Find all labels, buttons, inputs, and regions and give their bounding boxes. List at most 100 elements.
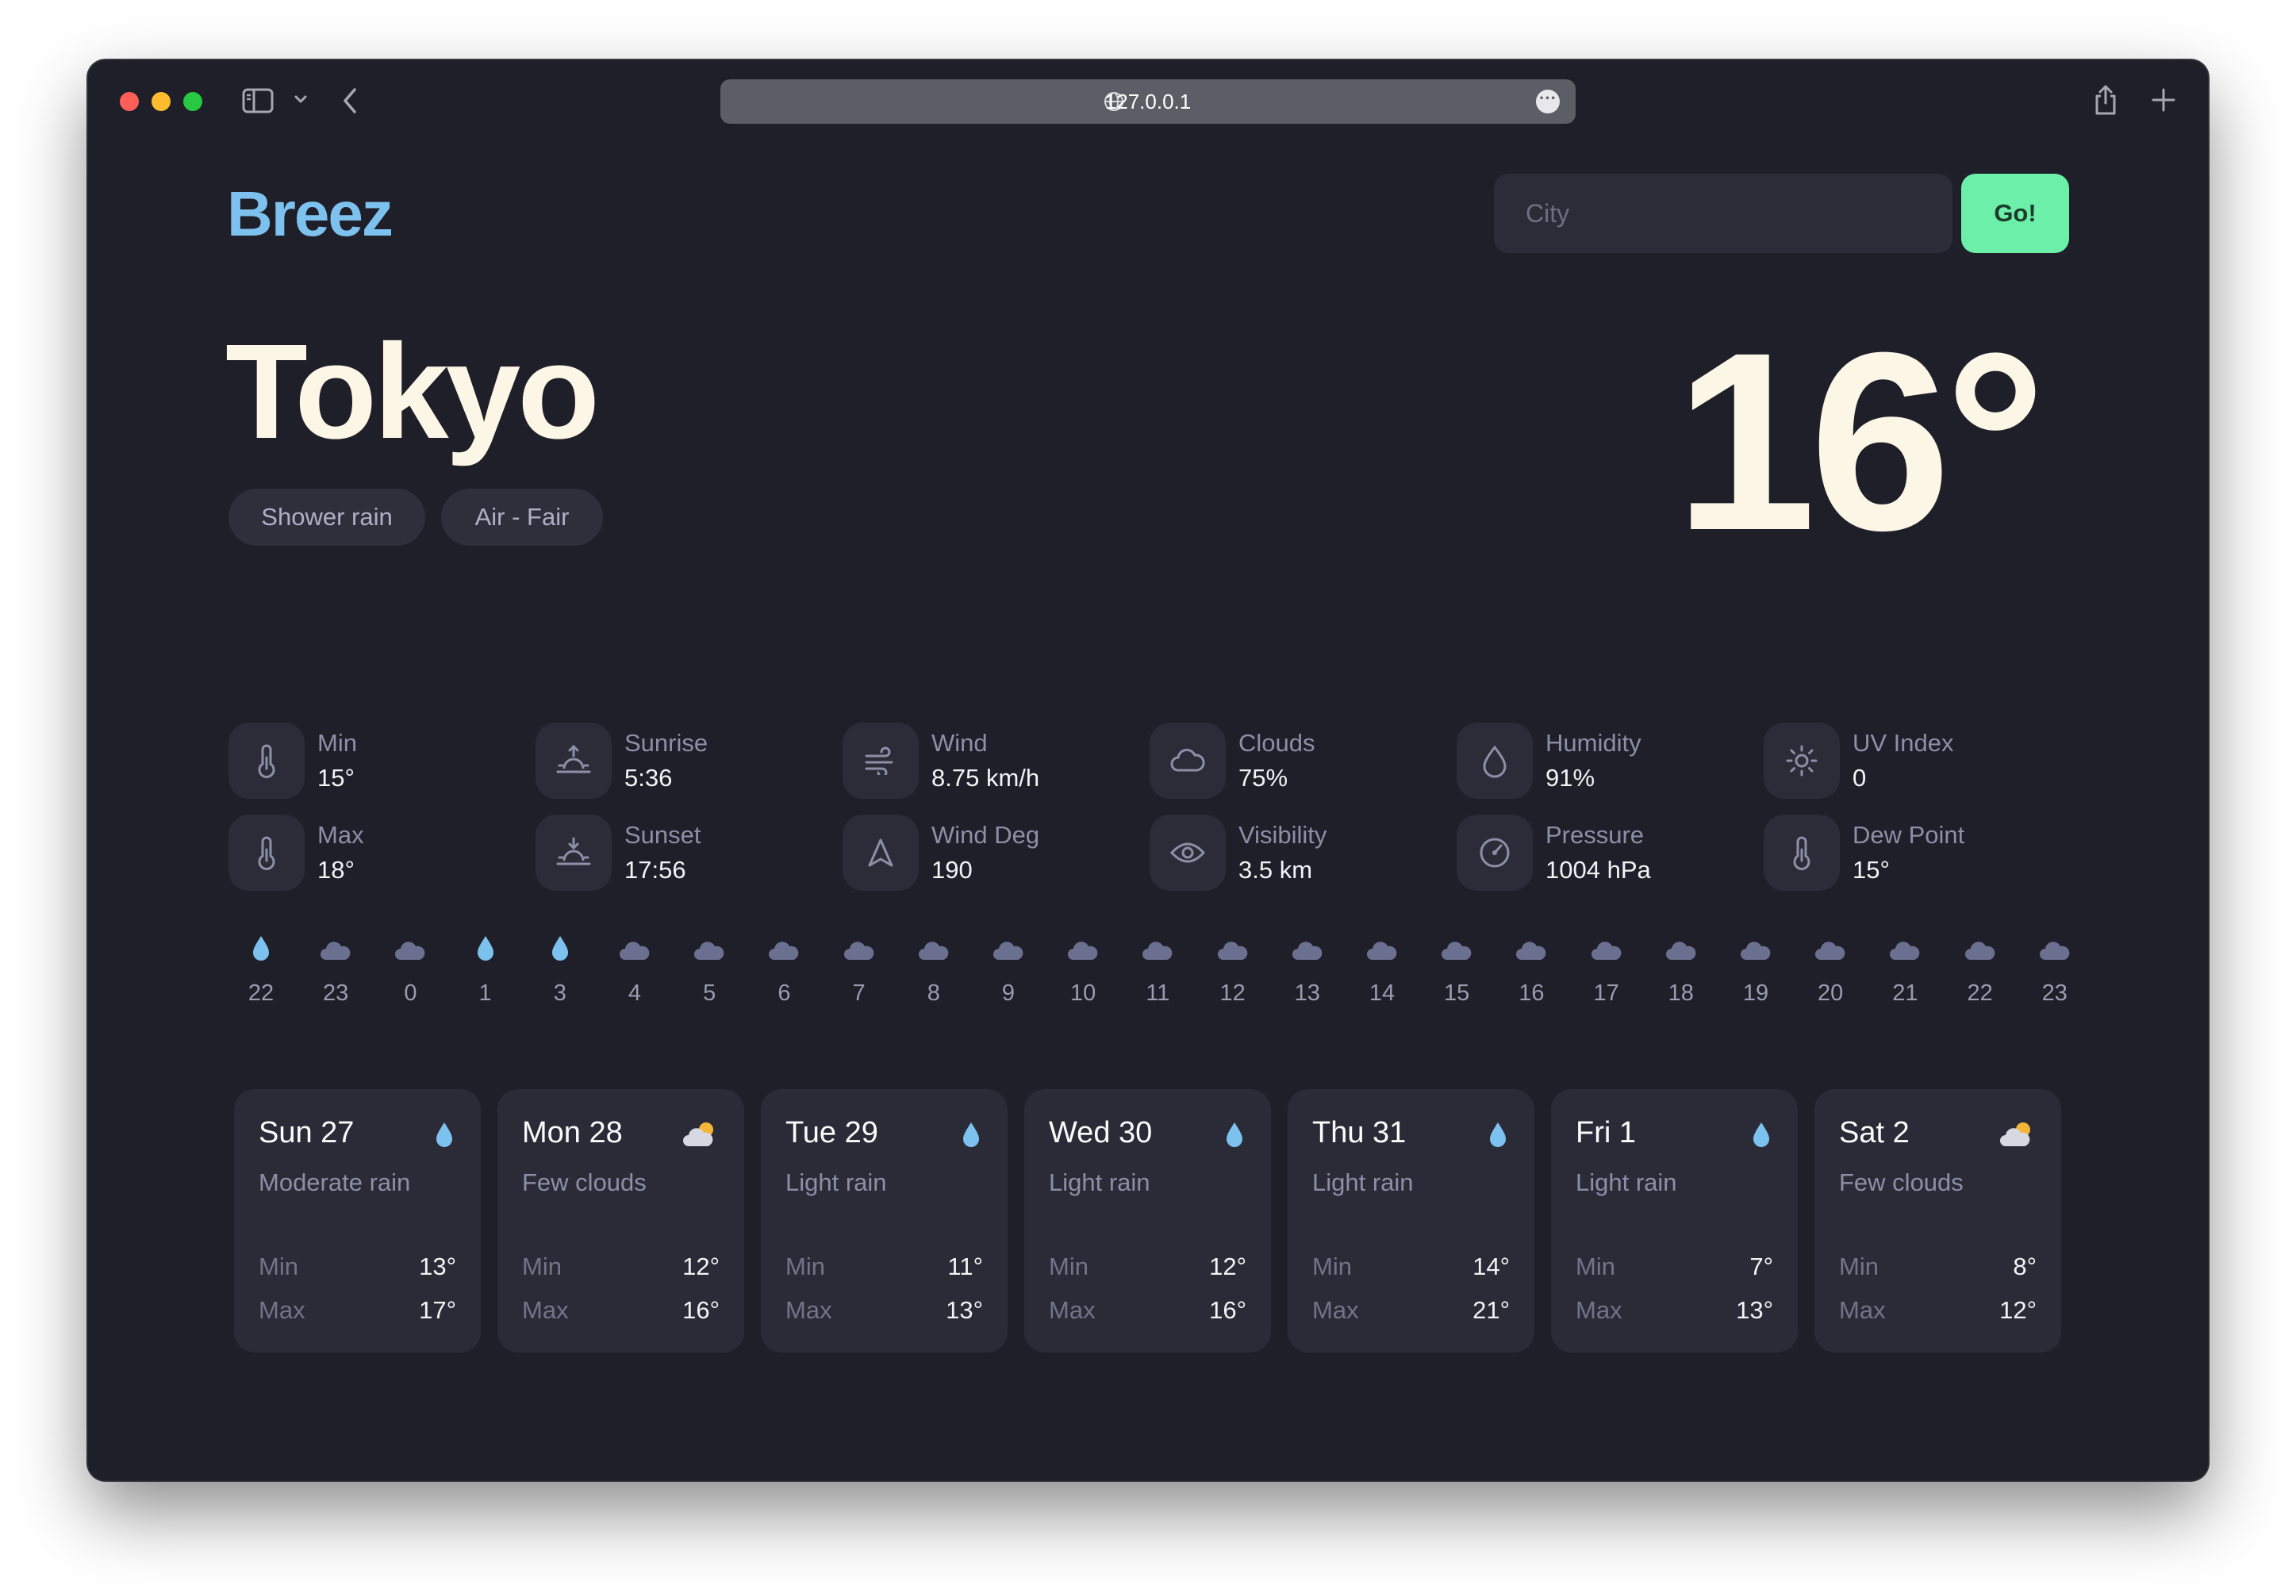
thermometer-icon <box>1764 815 1840 891</box>
hourly-item: 9 <box>977 933 1040 1007</box>
city-search-input[interactable] <box>1494 174 1952 253</box>
sunset-icon <box>536 815 612 891</box>
stat-label: Dew Point <box>1853 821 1965 849</box>
day-description: Light rain <box>1312 1168 1414 1196</box>
rain-drop-icon <box>1488 1121 1507 1152</box>
cloud-icon <box>1649 933 1713 961</box>
sidebar-toggle-icon[interactable] <box>242 87 274 114</box>
max-label: Max <box>1839 1296 1886 1324</box>
daily-forecast-card[interactable]: Thu 31 Light rain Min 14° Max 21° <box>1288 1089 1534 1352</box>
rain-drop-icon <box>229 933 293 961</box>
cloud-icon <box>304 933 367 961</box>
daily-forecast-card[interactable]: Fri 1 Light rain Min 7° Max 13° <box>1551 1089 1798 1352</box>
hour-label: 16 <box>1519 980 1545 1006</box>
address-bar[interactable]: 127.0.0.1 ··· <box>720 79 1576 124</box>
rain-drop-icon <box>435 1121 454 1152</box>
day-name: Sat 2 <box>1839 1116 1910 1149</box>
hourly-item: 6 <box>752 933 816 1007</box>
go-button[interactable]: Go! <box>1961 174 2069 253</box>
min-value: 12° <box>682 1253 720 1280</box>
hourly-item: 5 <box>678 933 741 1007</box>
stat-label: UV Index <box>1853 729 1954 757</box>
gauge-icon <box>1457 815 1533 891</box>
weather-condition-badge: Shower rain <box>228 489 425 546</box>
cloud-icon <box>678 933 741 961</box>
stat-label: Visibility <box>1238 821 1327 849</box>
stat-value: 15° <box>317 764 355 792</box>
url-text: 127.0.0.1 <box>1104 90 1192 113</box>
air-quality-badge: Air - Fair <box>441 489 603 546</box>
day-description: Moderate rain <box>259 1168 411 1196</box>
droplet-icon <box>1457 723 1533 799</box>
hour-label: 13 <box>1294 980 1320 1006</box>
hourly-item: 23 <box>2023 933 2087 1007</box>
max-label: Max <box>259 1296 305 1324</box>
navigation-arrow-icon <box>843 815 919 891</box>
daily-forecast-card[interactable]: Wed 30 Light rain Min 12° Max 16° <box>1024 1089 1271 1352</box>
hour-label: 14 <box>1369 980 1396 1006</box>
chevron-down-icon[interactable] <box>293 94 309 106</box>
new-tab-icon[interactable] <box>2151 87 2176 113</box>
max-value: 17° <box>419 1296 456 1324</box>
min-value: 14° <box>1472 1253 1510 1280</box>
stat-clouds: Clouds 75% <box>1150 723 1443 802</box>
current-temperature: 16° <box>1675 299 2046 583</box>
stat-label: Humidity <box>1545 729 1641 757</box>
min-label: Min <box>1049 1253 1088 1280</box>
daily-forecast-card[interactable]: Tue 29 Light rain Min 11° Max 13° <box>761 1089 1008 1352</box>
city-name: Tokyo <box>225 317 600 467</box>
minimize-window-button[interactable] <box>152 92 171 111</box>
hour-label: 3 <box>553 980 566 1006</box>
stat-pressure: Pressure 1004 hPa <box>1457 815 1750 894</box>
cloud-icon <box>2023 933 2087 961</box>
stat-value: 91% <box>1545 764 1595 792</box>
hour-label: 11 <box>1146 980 1170 1006</box>
close-window-button[interactable] <box>120 92 139 111</box>
hourly-item: 4 <box>603 933 666 1007</box>
more-options-icon[interactable]: ··· <box>1536 90 1560 113</box>
stat-visibility: Visibility 3.5 km <box>1150 815 1443 894</box>
hour-label: 17 <box>1593 980 1619 1006</box>
hour-label: 20 <box>1818 980 1844 1006</box>
app-logo: Breez <box>227 178 394 249</box>
day-description: Light rain <box>785 1168 887 1196</box>
hour-label: 4 <box>628 980 642 1006</box>
day-name: Tue 29 <box>785 1116 878 1149</box>
max-label: Max <box>522 1296 569 1324</box>
hour-label: 15 <box>1444 980 1470 1006</box>
hourly-item: 19 <box>1724 933 1787 1007</box>
back-arrow-icon[interactable] <box>340 86 359 116</box>
stat-wind-deg: Wind Deg 190 <box>843 815 1136 894</box>
stat-max: Max 18° <box>228 815 522 894</box>
hour-label: 6 <box>777 980 791 1006</box>
min-value: 12° <box>1209 1253 1246 1280</box>
stat-label: Sunset <box>624 821 701 849</box>
daily-forecast-card[interactable]: Sat 2 Few clouds Min 8° Max 12° <box>1814 1089 2061 1352</box>
min-label: Min <box>522 1253 562 1280</box>
daily-forecast-card[interactable]: Sun 27 Moderate rain Min 13° Max 17° <box>234 1089 481 1352</box>
stat-label: Sunrise <box>624 729 708 757</box>
hourly-item: 15 <box>1425 933 1488 1007</box>
cloud-icon <box>827 933 891 961</box>
hour-label: 10 <box>1070 980 1096 1006</box>
cloud-icon <box>1873 933 1937 961</box>
cloud-icon <box>1150 723 1226 799</box>
hour-label: 23 <box>323 980 349 1006</box>
sun-cloud-icon <box>1999 1121 2034 1152</box>
zoom-window-button[interactable] <box>183 92 202 111</box>
hourly-item: 23 <box>304 933 367 1007</box>
rain-drop-icon <box>962 1121 981 1152</box>
hourly-item: 12 <box>1201 933 1265 1007</box>
browser-window: 127.0.0.1 ··· Breez Go! Tokyo Shower rai… <box>88 60 2208 1480</box>
hourly-item: 22 <box>229 933 293 1007</box>
cloud-icon <box>1350 933 1414 961</box>
hour-label: 5 <box>703 980 716 1006</box>
hour-label: 22 <box>1967 980 1993 1006</box>
stat-label: Clouds <box>1238 729 1315 757</box>
min-value: 7° <box>1749 1253 1773 1280</box>
max-value: 21° <box>1472 1296 1510 1324</box>
daily-forecast-card[interactable]: Mon 28 Few clouds Min 12° Max 16° <box>497 1089 744 1352</box>
stat-value: 190 <box>931 856 973 884</box>
share-icon[interactable] <box>2092 82 2119 117</box>
cloud-icon <box>1949 933 2012 961</box>
